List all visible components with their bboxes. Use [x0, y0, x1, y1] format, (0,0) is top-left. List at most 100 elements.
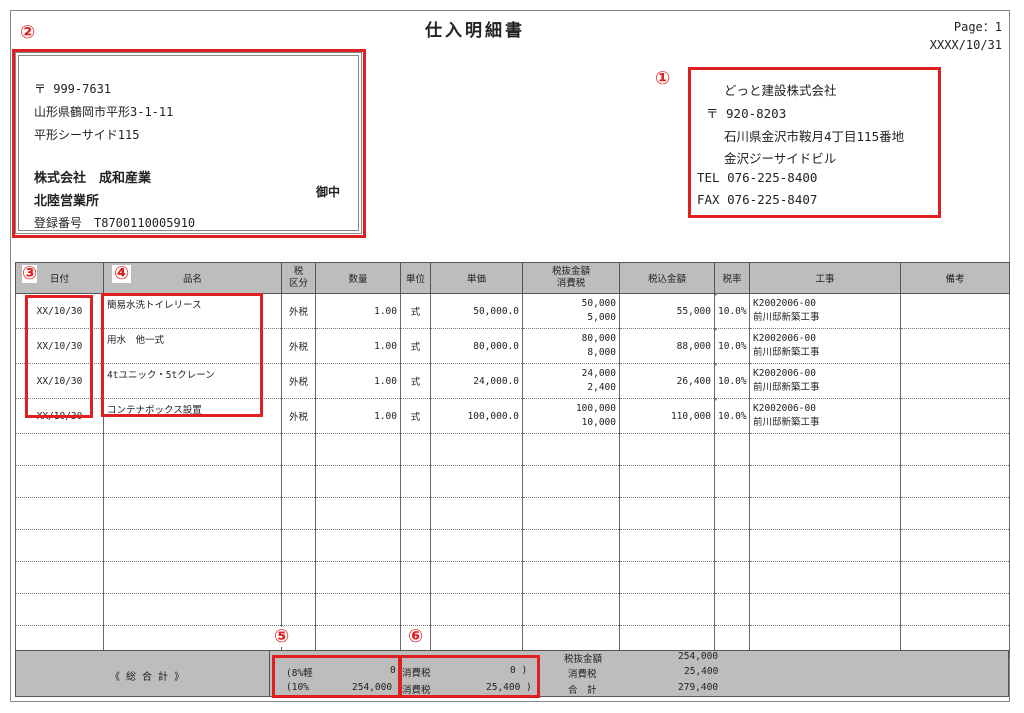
buyer-postal: 〒 920-8203	[706, 106, 787, 121]
highlight-dates	[25, 295, 93, 418]
empty-row	[15, 497, 1010, 530]
buyer-company: どっと建設株式会社	[724, 83, 837, 98]
cell-tax-rate: 10.0%	[714, 293, 750, 329]
empty-row	[15, 593, 1010, 626]
col-header-unit-label: 単位	[405, 274, 425, 285]
cell-amount-incl: 55,000	[619, 293, 715, 329]
tax-total-value: 25,400	[684, 666, 719, 677]
cell-amount-incl: 26,400	[619, 363, 715, 399]
cell-tax-value: 5,000	[587, 312, 616, 323]
cell-price: 50,000.0	[430, 293, 523, 329]
cell-project: K2002006-00 前川邸新築工事	[749, 293, 901, 329]
cell-project: K2002006-00 前川邸新築工事	[749, 328, 901, 364]
col-header-project: 工事	[749, 262, 901, 294]
cell-project-code: K2002006-00	[753, 298, 816, 309]
supplier-registration: 登録番号 T8700110005910	[34, 216, 196, 230]
cell-tax-rate: 10.0%	[714, 363, 750, 399]
excl-total-label: 税抜金額	[564, 654, 603, 665]
col-header-tax-rate: 税率	[714, 262, 750, 294]
cell-tax-value: 2,400	[587, 382, 616, 393]
supplier-address2: 平形シーサイド115	[34, 128, 140, 142]
cell-qty: 1.00	[315, 363, 401, 399]
cell-remarks	[900, 293, 1010, 329]
cell-tax-value: 8,000	[587, 347, 616, 358]
col-header-qty: 数量	[315, 262, 401, 294]
cell-tax-rate: 10.0%	[714, 328, 750, 364]
cell-price: 100,000.0	[430, 398, 523, 434]
highlight-items	[101, 293, 263, 417]
cell-tax-type: 外税	[281, 293, 316, 329]
col-header-amount-excl-label: 税抜金額 消費税	[551, 266, 590, 289]
cell-tax-rate: 10.0%	[714, 398, 750, 434]
supplier-honorific: 御中	[316, 185, 341, 199]
cell-tax-type: 外税	[281, 328, 316, 364]
cell-amount-excl: 100,000 10,000	[522, 398, 620, 434]
col-header-tax-type: 税 区分	[281, 262, 316, 294]
cell-unit: 式	[400, 328, 431, 364]
marker-6: ⑥	[408, 626, 424, 647]
issue-date: XXXX/10/31	[929, 38, 1002, 52]
cell-amount-excl: 80,000 8,000	[522, 328, 620, 364]
highlight-rate-taxes	[398, 655, 540, 698]
cell-project-code: K2002006-00	[753, 403, 816, 414]
totals-label: 《 総 合 計 》	[110, 672, 185, 683]
col-header-amount-excl: 税抜金額 消費税	[522, 262, 620, 294]
col-header-price-label: 単価	[466, 274, 486, 285]
cell-tax-type: 外税	[281, 398, 316, 434]
col-header-amount-incl-label: 税込金額	[647, 274, 686, 285]
excl-total-value: 254,000	[678, 651, 719, 662]
marker-2: ②	[20, 22, 36, 43]
cell-project-name: 前川邸新築工事	[753, 417, 820, 428]
cell-excl-value: 24,000	[581, 368, 616, 379]
grand-total-value: 279,400	[678, 682, 719, 693]
document-title: 仕入明細書	[425, 21, 525, 41]
cell-remarks	[900, 398, 1010, 434]
cell-price: 24,000.0	[430, 363, 523, 399]
totals-divider	[269, 651, 270, 696]
cell-amount-excl: 50,000 5,000	[522, 293, 620, 329]
col-header-qty-label: 数量	[348, 274, 368, 285]
cell-amount-excl: 24,000 2,400	[522, 363, 620, 399]
cell-unit: 式	[400, 363, 431, 399]
supplier-branch: 北陸営業所	[34, 194, 100, 209]
grand-total-label: 合 計	[568, 685, 597, 696]
col-header-price: 単価	[430, 262, 523, 294]
cell-excl-value: 100,000	[575, 403, 616, 414]
cell-unit: 式	[400, 398, 431, 434]
col-header-unit: 単位	[400, 262, 431, 294]
cell-tax-value: 10,000	[581, 417, 616, 428]
cell-qty: 1.00	[315, 293, 401, 329]
supplier-postal: 〒 999-7631	[34, 82, 112, 96]
cell-qty: 1.00	[315, 328, 401, 364]
cell-project-name: 前川邸新築工事	[753, 347, 820, 358]
col-header-amount-incl: 税込金額	[619, 262, 715, 294]
empty-row	[15, 529, 1010, 562]
buyer-address2: 金沢ジーサイドビル	[724, 151, 837, 166]
cell-unit: 式	[400, 293, 431, 329]
cell-project: K2002006-00 前川邸新築工事	[749, 363, 901, 399]
marker-5: ⑤	[274, 626, 290, 647]
col-header-date-label: 日付	[49, 274, 69, 285]
cell-qty: 1.00	[315, 398, 401, 434]
col-header-tax-rate-label: 税率	[722, 274, 742, 285]
cell-excl-value: 80,000	[581, 333, 616, 344]
empty-row	[15, 561, 1010, 594]
tax-total-label: 消費税	[568, 669, 597, 680]
marker-4: ④	[112, 263, 132, 284]
cell-project-code: K2002006-00	[753, 333, 816, 344]
highlight-supplier	[12, 49, 366, 238]
cell-amount-incl: 88,000	[619, 328, 715, 364]
page-number: Page：1	[953, 20, 1002, 34]
highlight-rate-amounts	[272, 655, 402, 698]
supplier-company: 株式会社 成和産業	[34, 171, 152, 186]
col-header-project-label: 工事	[815, 274, 835, 285]
cell-remarks	[900, 328, 1010, 364]
cell-project-name: 前川邸新築工事	[753, 382, 820, 393]
col-header-remarks-label: 備考	[945, 274, 965, 285]
buyer-address1: 石川県金沢市鞍月4丁目115番地	[724, 129, 905, 144]
table-header-row: 日付 品名 税 区分 数量 単位 単価 税抜金額 消費税 税込金額 税率 工事 …	[15, 262, 1010, 294]
cell-remarks	[900, 363, 1010, 399]
col-header-remarks: 備考	[900, 262, 1010, 294]
empty-row	[15, 465, 1010, 498]
marker-3: ③	[22, 263, 38, 284]
